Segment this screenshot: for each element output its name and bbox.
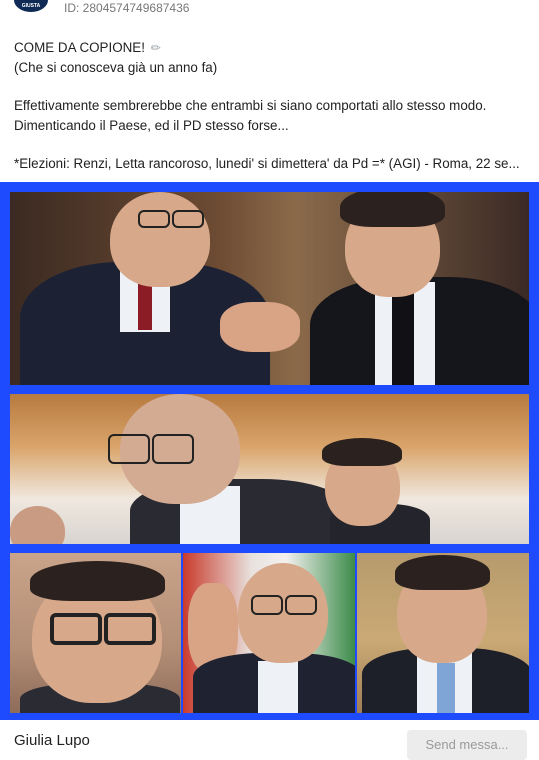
- post-line-3: Effettivamente sembrerebbe che entrambi …: [14, 98, 487, 113]
- send-message-button[interactable]: Send messa...: [407, 730, 527, 760]
- post-id: ID: 2804574749687436: [64, 1, 190, 15]
- photo-letta-renzi-event[interactable]: [10, 394, 529, 544]
- photo-handover-keys[interactable]: [10, 192, 529, 385]
- post-line-5[interactable]: *Elezioni: Renzi, Letta rancoroso, luned…: [14, 154, 529, 174]
- page-avatar[interactable]: GIUSTA: [14, 0, 48, 12]
- photo-renzi[interactable]: [357, 553, 529, 713]
- author-name[interactable]: Giulia Lupo: [14, 732, 90, 749]
- post-line-1: COME DA COPIONE! ✏: [14, 38, 529, 58]
- post-text: COME DA COPIONE! ✏ (Che si conosceva già…: [14, 38, 529, 174]
- photo-letta-thumbs-up[interactable]: [183, 553, 355, 713]
- post-line-4: Dimenticando il Paese, ed il PD stesso f…: [14, 118, 289, 133]
- avatar-label: GIUSTA: [21, 3, 41, 9]
- photo-calenda[interactable]: [10, 553, 181, 713]
- pencil-icon: ✏: [150, 41, 161, 55]
- post-footer: Giulia Lupo Send messa...: [0, 728, 539, 760]
- post-line-2: (Che si conosceva già un anno fa): [14, 60, 218, 75]
- post-header: GIUSTA ID: 2804574749687436: [0, 0, 539, 20]
- image-collage[interactable]: [0, 182, 539, 720]
